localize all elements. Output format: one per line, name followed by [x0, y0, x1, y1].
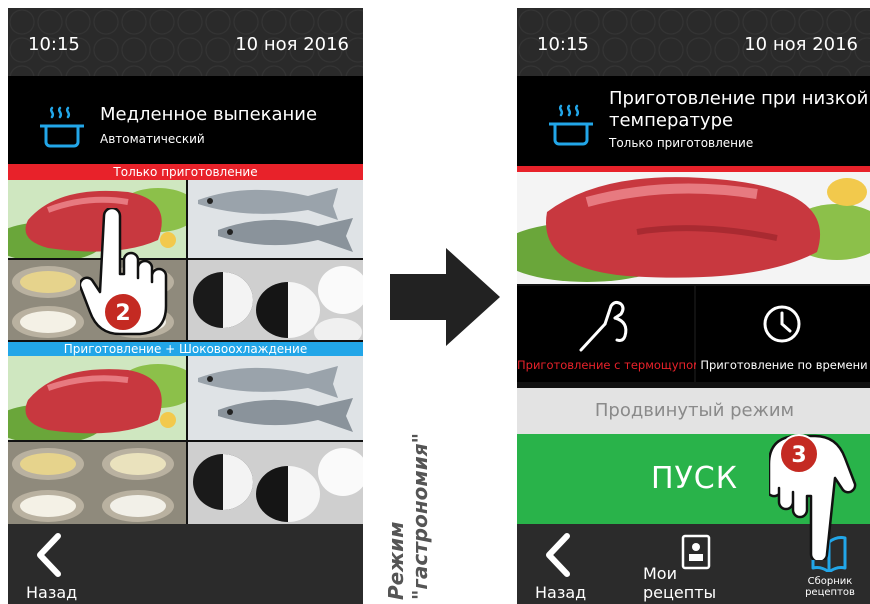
arrow-right-icon	[390, 248, 500, 346]
fish-image	[188, 180, 363, 258]
mode-title: Медленное выпекание	[100, 104, 318, 125]
probe-cooking-button[interactable]: Приготовление с термощупом	[517, 286, 702, 382]
fish-image	[188, 356, 363, 440]
caption-line1: Режим	[384, 521, 408, 601]
clock-icon	[763, 305, 801, 343]
mode-caption: Режим "гастрономия"	[374, 410, 454, 600]
section-cook-only: Только приготовление	[8, 164, 363, 180]
section-cook-chill: Приготовление + Шоковоохлаждение	[8, 342, 363, 356]
meat-hero	[517, 172, 870, 284]
mode-subtitle: Только приготовление	[609, 136, 754, 150]
back-label: Назад	[535, 583, 587, 602]
step-badge: 2	[103, 292, 143, 332]
meringue-image	[188, 442, 363, 524]
chevron-left-icon	[37, 533, 61, 577]
sauce-image	[8, 442, 186, 524]
mode-header: Приготовление при низкой температуре Тол…	[517, 76, 870, 166]
mode-title: Приготовление при низкой температуре	[609, 88, 869, 131]
fish-tile[interactable]	[188, 180, 363, 258]
left-screen: 10:15 10 ноя 2016 Медленное выпекание Ав…	[8, 8, 363, 604]
recipe-book-label: Сборник рецептов	[805, 576, 855, 598]
back-button[interactable]: Назад	[8, 524, 128, 604]
thermoprobe-icon	[579, 300, 628, 352]
caption-line2: "гастрономия"	[408, 432, 432, 600]
probe-cooking-label: Приготовление с термощупом	[517, 358, 702, 372]
my-recipes-button[interactable]: Мои рецепты	[635, 524, 755, 604]
status-bar: 10:15 10 ноя 2016	[517, 8, 870, 76]
meringue-tile[interactable]	[188, 260, 363, 340]
sauce-tile[interactable]	[8, 442, 186, 524]
pot-icon	[40, 106, 84, 148]
clock-date: 10 ноя 2016	[744, 34, 858, 55]
mode-subtitle: Автоматический	[100, 132, 205, 146]
back-button[interactable]: Назад	[517, 524, 637, 604]
meat-image	[517, 172, 870, 284]
meat-tile[interactable]	[8, 356, 186, 440]
fish-tile[interactable]	[188, 356, 363, 440]
timed-cooking-label: Приготовление по времени	[700, 358, 868, 372]
timed-cooking-button[interactable]: Приготовление по времени	[696, 286, 870, 382]
status-bar: 10:15 10 ноя 2016	[8, 8, 363, 76]
mode-header[interactable]: Медленное выпекание Автоматический	[8, 76, 363, 166]
meringue-image	[188, 260, 363, 340]
pot-icon	[549, 104, 593, 146]
back-label: Назад	[26, 583, 78, 602]
meringue-tile[interactable]	[188, 442, 363, 524]
right-screen: 10:15 10 ноя 2016 Приготовление при низк…	[517, 8, 870, 604]
bottom-bar: Назад	[8, 524, 363, 604]
step-badge: 3	[779, 434, 819, 474]
clock-date: 10 ноя 2016	[235, 34, 349, 55]
meat-image	[8, 356, 186, 440]
my-recipes-label: Мои рецепты	[643, 564, 717, 602]
chevron-left-icon	[546, 533, 570, 577]
clock-time: 10:15	[28, 34, 80, 55]
clock-time: 10:15	[537, 34, 589, 55]
